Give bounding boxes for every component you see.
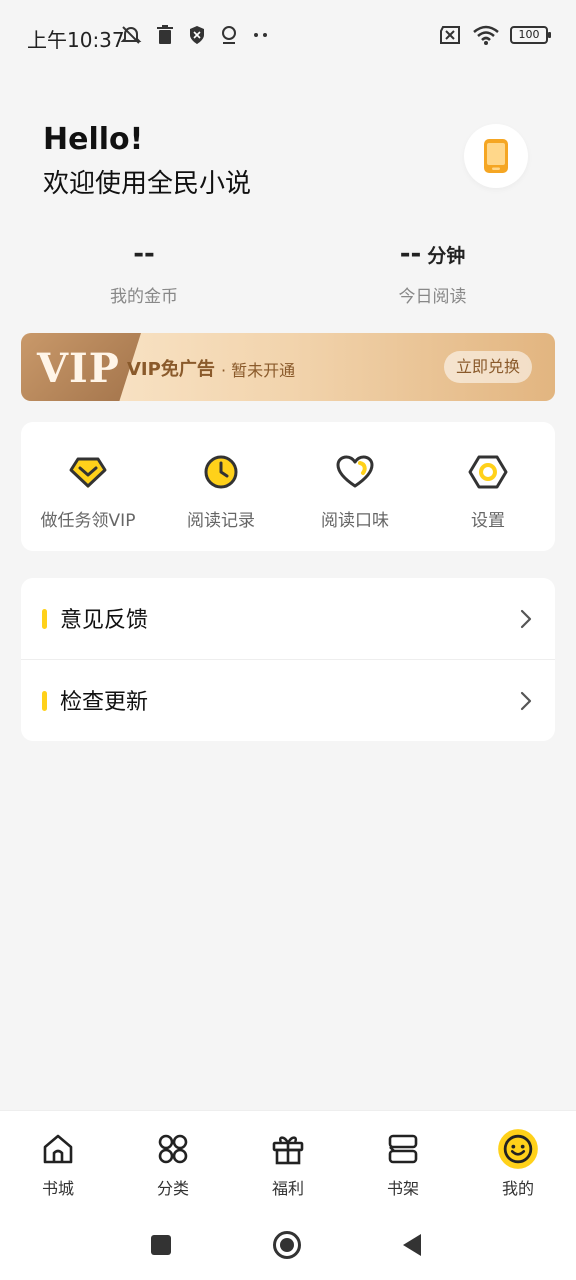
chevron-right-icon	[520, 691, 532, 711]
coins-stat[interactable]: -- 我的金币	[60, 236, 228, 307]
nav-item-bookstore[interactable]: 书城	[18, 1131, 98, 1199]
clock-icon	[204, 455, 238, 489]
list-item-feedback[interactable]: 意见反馈	[21, 578, 555, 659]
list-item-label: 意见反馈	[60, 608, 149, 633]
nav-item-welfare[interactable]: 福利	[248, 1131, 328, 1199]
welcome-text: 欢迎使用全民小说	[43, 169, 252, 199]
feature-reading-history[interactable]: 阅读记录	[154, 450, 288, 531]
feature-label: 设置	[471, 511, 505, 531]
vip-title: VIP免广告	[127, 359, 215, 380]
reading-stat[interactable]: -- 分钟 今日阅读	[345, 236, 520, 307]
status-icons-left	[120, 24, 270, 46]
nav-item-category[interactable]: 分类	[133, 1131, 213, 1199]
status-bar: 上午10:37 100	[0, 0, 576, 72]
nav-label: 福利	[271, 1179, 304, 1198]
back-triangle-icon[interactable]	[400, 1232, 424, 1258]
settings-list: 意见反馈 检查更新	[21, 578, 555, 741]
list-item-check-update[interactable]: 检查更新	[21, 660, 555, 741]
nav-label: 书城	[41, 1179, 74, 1198]
reading-label: 今日阅读	[398, 287, 467, 307]
feature-task-vip[interactable]: 做任务领VIP	[21, 450, 155, 531]
category-icon	[158, 1134, 188, 1164]
heart-icon	[336, 455, 374, 488]
feature-label: 做任务领VIP	[40, 511, 136, 531]
vip-status: · 暂未开通	[221, 361, 296, 380]
smiley-icon	[498, 1129, 538, 1169]
list-item-label: 检查更新	[60, 690, 149, 715]
device-button[interactable]	[464, 124, 528, 188]
hexagon-settings-icon	[468, 455, 508, 489]
vip-diamond-icon	[69, 457, 107, 488]
accent-bar	[42, 609, 47, 629]
feature-reading-taste[interactable]: 阅读口味	[288, 450, 422, 531]
reading-unit: 分钟	[427, 245, 466, 267]
nav-item-bookshelf[interactable]: 书架	[363, 1131, 443, 1199]
home-circle-icon[interactable]	[272, 1230, 302, 1260]
reading-value-row: -- 分钟	[345, 236, 520, 272]
reading-value: --	[399, 239, 422, 269]
sim-off-icon	[440, 26, 460, 44]
system-nav-bar	[0, 1210, 576, 1280]
vip-banner[interactable]: VIP VIP免广告 · 暂未开通 立即兑换	[21, 333, 555, 401]
greeting-title: Hello!	[43, 122, 144, 157]
accent-bar	[42, 691, 47, 711]
nav-label: 我的	[501, 1179, 534, 1198]
coins-label: 我的金币	[110, 287, 178, 307]
nav-label: 分类	[156, 1179, 189, 1198]
shield-icon	[190, 26, 204, 44]
home-icon	[43, 1134, 73, 1164]
phone-icon	[484, 139, 508, 173]
coins-value: --	[133, 239, 155, 269]
feature-label: 阅读口味	[321, 511, 389, 531]
vip-redeem-button[interactable]: 立即兑换	[444, 351, 532, 383]
location-icon	[222, 26, 236, 44]
feature-grid: 做任务领VIP 阅读记录 阅读口味 设置	[21, 422, 555, 551]
bell-muted-icon	[120, 26, 142, 44]
recents-square-icon[interactable]	[150, 1234, 172, 1256]
wifi-icon	[473, 25, 499, 45]
bookshelf-icon	[388, 1134, 418, 1164]
battery-indicator: 100	[510, 26, 551, 44]
trash-icon	[157, 25, 173, 44]
feature-settings[interactable]: 设置	[421, 450, 555, 531]
chevron-right-icon	[520, 609, 532, 629]
bottom-nav: 书城 分类 福利 书架 我的	[0, 1110, 576, 1210]
status-time: 上午10:37	[27, 28, 125, 52]
gift-icon	[272, 1136, 304, 1165]
more-dots-icon	[254, 33, 267, 37]
nav-label: 书架	[386, 1179, 419, 1198]
status-icons-right: 100	[438, 24, 551, 46]
feature-label: 阅读记录	[187, 511, 255, 531]
nav-item-mine[interactable]: 我的	[478, 1129, 558, 1199]
vip-logo: VIP	[37, 345, 120, 392]
